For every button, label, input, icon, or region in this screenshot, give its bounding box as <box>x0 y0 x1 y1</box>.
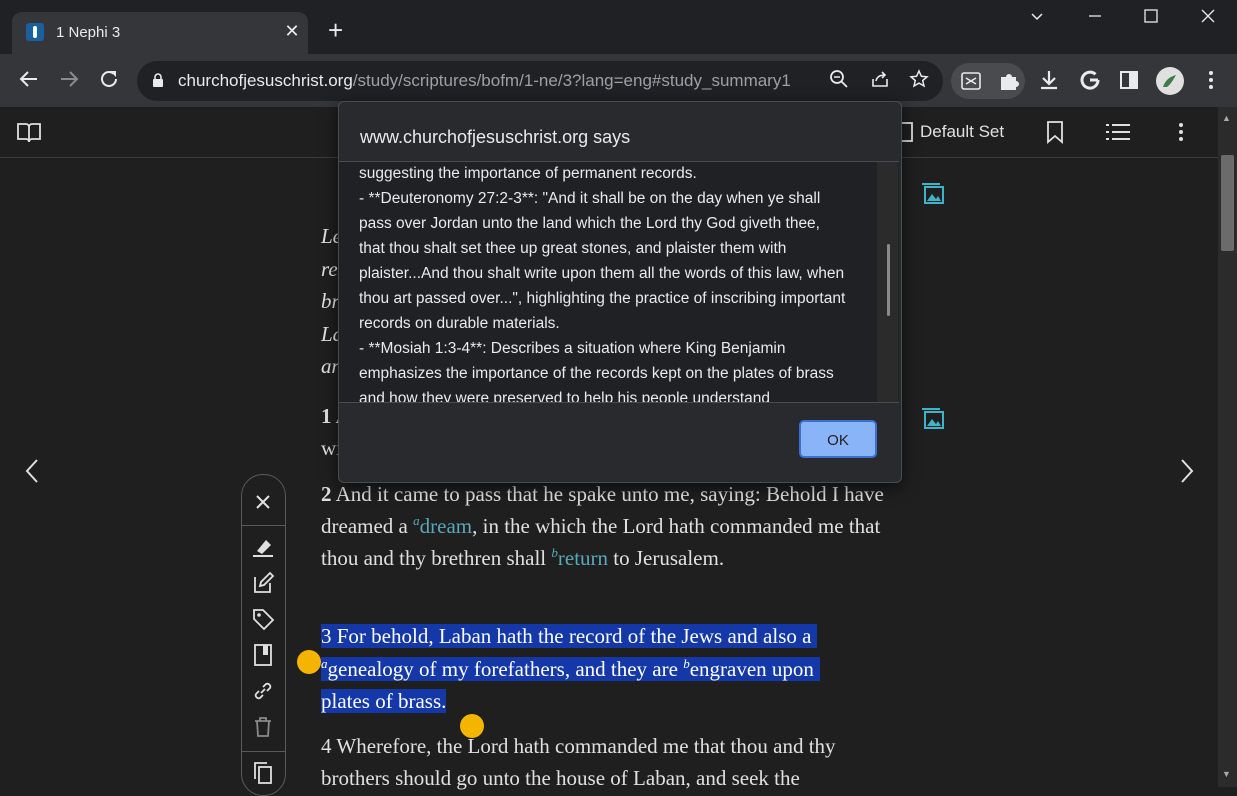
selected-line: 3 For behold, Laban hath the record of t… <box>321 624 818 648</box>
tab-strip: 1 Nephi 3 ✕ + <box>0 0 1237 54</box>
browser-toolbar: churchofjesuschrist.org/study/scriptures… <box>0 54 1237 107</box>
highlighter-icon[interactable] <box>251 535 275 559</box>
verse-number: 2 <box>321 482 332 506</box>
selected-line: plates of brass. <box>321 689 447 713</box>
toolbar-divider <box>242 525 285 526</box>
verse-text: to Jerusalem. <box>608 546 725 570</box>
page-scrollbar[interactable]: ▲ ▼ <box>1218 107 1237 787</box>
default-set-label[interactable]: Default Set <box>920 122 1004 142</box>
verse-3-selected[interactable]: 3 For behold, Laban hath the record of t… <box>321 620 820 718</box>
footnote-link[interactable]: return <box>558 546 608 570</box>
side-panel-icon[interactable] <box>1116 68 1142 94</box>
back-icon[interactable] <box>16 68 42 94</box>
selected-line: genealogy of my forefathers, and they ar… <box>327 656 684 681</box>
bookmark-icon[interactable] <box>1045 120 1065 144</box>
image-gallery-icon[interactable] <box>920 181 946 207</box>
extensions-group <box>951 63 1025 99</box>
notebook-icon[interactable] <box>251 643 275 667</box>
scrollbar-thumb[interactable] <box>1221 155 1234 251</box>
site-favicon-icon <box>26 23 44 41</box>
forward-icon[interactable] <box>56 68 82 94</box>
edit-note-icon[interactable] <box>251 571 275 595</box>
extension-reader-icon[interactable] <box>959 69 983 93</box>
browser-tab[interactable]: 1 Nephi 3 ✕ <box>12 12 308 54</box>
browser-menu-icon[interactable] <box>1198 68 1224 94</box>
share-icon[interactable] <box>868 69 892 93</box>
footnote-link[interactable]: dream <box>420 514 472 538</box>
ok-button[interactable]: OK <box>799 420 877 458</box>
dialog-title: www.churchofjesuschrist.org says <box>360 127 631 147</box>
close-icon[interactable] <box>251 490 275 514</box>
new-tab-button[interactable]: + <box>328 17 343 43</box>
verse-4[interactable]: 4 Wherefore, the Lord hath commanded me … <box>321 730 836 794</box>
tag-icon[interactable] <box>251 607 275 631</box>
maximize-icon[interactable] <box>1128 8 1174 32</box>
image-gallery-icon[interactable] <box>920 406 946 432</box>
url-text[interactable]: churchofjesuschrist.org/study/scriptures… <box>178 71 791 91</box>
dialog-scrollbar[interactable] <box>877 162 898 402</box>
close-window-icon[interactable] <box>1185 8 1231 32</box>
selection-start-handle[interactable] <box>297 650 321 674</box>
link-icon[interactable] <box>251 679 275 703</box>
copy-icon[interactable] <box>251 761 275 785</box>
previous-chapter-icon[interactable] <box>22 456 42 486</box>
footnote-marker[interactable]: b <box>683 656 690 671</box>
tab-close-icon[interactable]: ✕ <box>282 21 302 42</box>
minimize-icon[interactable] <box>1072 8 1118 32</box>
table-of-contents-icon[interactable] <box>1105 121 1131 143</box>
bookmark-star-icon[interactable] <box>907 69 931 93</box>
next-chapter-icon[interactable] <box>1177 456 1197 486</box>
annotation-toolbar <box>241 474 286 796</box>
trash-icon[interactable] <box>251 715 275 739</box>
dialog-scrollbar-thumb[interactable] <box>887 244 890 316</box>
scroll-up-icon[interactable]: ▲ <box>1222 113 1231 123</box>
download-icon[interactable] <box>1036 68 1062 94</box>
google-g-icon[interactable] <box>1077 68 1103 94</box>
url-path: /study/scriptures/bofm/1-ne/3?lang=eng#s… <box>352 71 791 90</box>
library-book-icon[interactable] <box>16 120 42 144</box>
verse-2[interactable]: 2 And it came to pass that he spake unto… <box>321 478 911 574</box>
dialog-message-area[interactable]: suggesting the importance of permanent r… <box>339 161 899 403</box>
tab-title: 1 Nephi 3 <box>56 24 121 41</box>
verse-4-line: 4 Wherefore, the Lord hath commanded me … <box>321 734 836 758</box>
zoom-icon[interactable] <box>827 69 851 93</box>
profile-avatar[interactable] <box>1156 67 1184 95</box>
url-host: churchofjesuschrist.org <box>178 71 353 90</box>
reload-icon[interactable] <box>96 68 122 94</box>
dialog-message: suggesting the importance of permanent r… <box>359 165 846 403</box>
address-bar[interactable]: churchofjesuschrist.org/study/scriptures… <box>137 61 943 101</box>
tab-search-icon[interactable] <box>1014 8 1060 32</box>
selected-line: engraven upon <box>689 656 814 681</box>
more-options-icon[interactable] <box>1170 120 1192 144</box>
toolbar-divider <box>242 751 285 752</box>
extensions-puzzle-icon[interactable] <box>997 69 1021 93</box>
verse-4-line: brothers should go unto the house of Lab… <box>321 766 800 790</box>
scroll-down-icon[interactable]: ▼ <box>1222 769 1231 779</box>
lock-icon[interactable] <box>152 73 164 87</box>
alert-dialog: www.churchofjesuschrist.org says suggest… <box>338 101 902 483</box>
